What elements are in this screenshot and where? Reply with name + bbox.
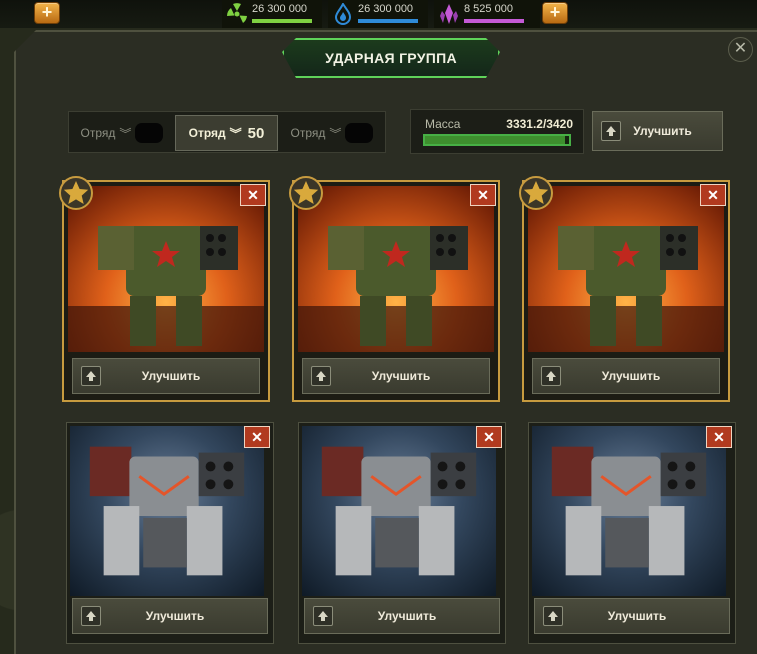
close-button[interactable]: ✕ bbox=[728, 37, 753, 62]
remove-mech-button[interactable]: ✕ bbox=[470, 184, 496, 206]
squad-tab-1[interactable]: Отряд ︾ bbox=[72, 115, 172, 151]
resource-crystal-value: 8 525 000 bbox=[464, 3, 513, 15]
arrow-up-icon bbox=[81, 366, 101, 386]
resource-crystal: 8 525 000 bbox=[434, 0, 540, 28]
mech-image bbox=[89, 446, 245, 576]
mech-card-art bbox=[532, 426, 726, 596]
mech-image bbox=[551, 446, 707, 576]
resource-radiation-bar bbox=[252, 19, 312, 23]
upgrade-mech-button[interactable]: Улучшить bbox=[304, 598, 500, 634]
arrow-up-icon bbox=[311, 366, 331, 386]
radiation-icon bbox=[227, 3, 247, 23]
star-icon bbox=[289, 176, 323, 210]
flame-icon bbox=[334, 3, 352, 25]
arrow-up-icon bbox=[543, 606, 563, 626]
leader-badge bbox=[517, 174, 567, 220]
arrow-up-icon bbox=[601, 121, 621, 141]
mech-card[interactable]: ✕ Улучшить bbox=[289, 176, 500, 402]
upgrade-squad-label: Улучшить bbox=[633, 124, 692, 138]
upgrade-mech-label: Улучшить bbox=[371, 369, 431, 383]
mech-card-art bbox=[70, 426, 264, 596]
chevron-rank-icon: ︾ bbox=[119, 126, 132, 141]
upgrade-mech-button[interactable]: Улучшить bbox=[532, 358, 720, 394]
mass-indicator: Масса 3331.2/3420 bbox=[410, 109, 584, 154]
remove-mech-button[interactable]: ✕ bbox=[476, 426, 502, 448]
arrow-up-icon bbox=[541, 366, 561, 386]
mech-card-art bbox=[302, 426, 496, 596]
remove-mech-button[interactable]: ✕ bbox=[706, 426, 732, 448]
mech-card[interactable]: ✕ Улучшить bbox=[298, 422, 506, 644]
upgrade-squad-button[interactable]: Улучшить bbox=[592, 111, 723, 151]
mass-progress-bar bbox=[423, 134, 571, 146]
chevron-rank-icon: ︾ bbox=[229, 126, 242, 141]
upgrade-mech-label: Улучшить bbox=[607, 609, 667, 623]
squad-tab-label: Отряд bbox=[290, 126, 326, 140]
add-resource-button-right[interactable]: + bbox=[542, 2, 568, 24]
add-resource-button-left[interactable]: + bbox=[34, 2, 60, 24]
chevron-rank-icon: ︾ bbox=[329, 126, 342, 141]
star-icon bbox=[59, 176, 93, 210]
squad-level-hidden bbox=[345, 123, 374, 143]
resource-radiation-value: 26 300 000 bbox=[252, 3, 308, 15]
resource-radiation: 26 300 000 bbox=[222, 0, 322, 28]
upgrade-mech-label: Улучшить bbox=[141, 369, 201, 383]
upgrade-mech-label: Улучшить bbox=[145, 609, 205, 623]
squad-tab-label: Отряд bbox=[188, 126, 226, 140]
mass-label: Масса bbox=[425, 117, 461, 131]
squad-tab-label: Отряд bbox=[80, 126, 116, 140]
resource-bar: + 26 300 000 26 300 000 8 525 000 + bbox=[0, 0, 757, 30]
resource-crystal-bar bbox=[464, 19, 524, 23]
remove-mech-button[interactable]: ✕ bbox=[700, 184, 726, 206]
squad-tab-3[interactable]: Отряд ︾ bbox=[282, 115, 382, 151]
star-icon bbox=[519, 176, 553, 210]
mech-card[interactable]: ✕ Улучшить bbox=[528, 422, 736, 644]
mass-value: 3331.2/3420 bbox=[506, 117, 573, 131]
upgrade-mech-button[interactable]: Улучшить bbox=[302, 358, 490, 394]
upgrade-mech-button[interactable]: Улучшить bbox=[72, 358, 260, 394]
page-title: УДАРНАЯ ГРУППА bbox=[282, 38, 500, 78]
arrow-up-icon bbox=[81, 606, 101, 626]
upgrade-mech-button[interactable]: Улучшить bbox=[72, 598, 268, 634]
crystal-icon bbox=[440, 4, 458, 24]
leader-badge bbox=[57, 174, 107, 220]
mech-image bbox=[321, 446, 477, 576]
resource-flame: 26 300 000 bbox=[328, 0, 428, 28]
squad-tab-2[interactable]: Отряд ︾ 50 bbox=[175, 115, 278, 151]
resource-flame-bar bbox=[358, 19, 418, 23]
remove-mech-button[interactable]: ✕ bbox=[244, 426, 270, 448]
mech-card[interactable]: ✕ Улучшить bbox=[519, 176, 730, 402]
squad-level-hidden bbox=[135, 123, 164, 143]
upgrade-mech-label: Улучшить bbox=[377, 609, 437, 623]
mass-progress-fill bbox=[425, 136, 566, 144]
leader-badge bbox=[287, 174, 337, 220]
mech-card[interactable]: ✕ Улучшить bbox=[66, 422, 274, 644]
arrow-up-icon bbox=[313, 606, 333, 626]
remove-mech-button[interactable]: ✕ bbox=[240, 184, 266, 206]
resource-flame-value: 26 300 000 bbox=[358, 3, 414, 15]
upgrade-mech-button[interactable]: Улучшить bbox=[534, 598, 730, 634]
squad-level: 50 bbox=[247, 124, 265, 142]
upgrade-mech-label: Улучшить bbox=[601, 369, 661, 383]
mech-card[interactable]: ✕ Улучшить bbox=[59, 176, 270, 402]
